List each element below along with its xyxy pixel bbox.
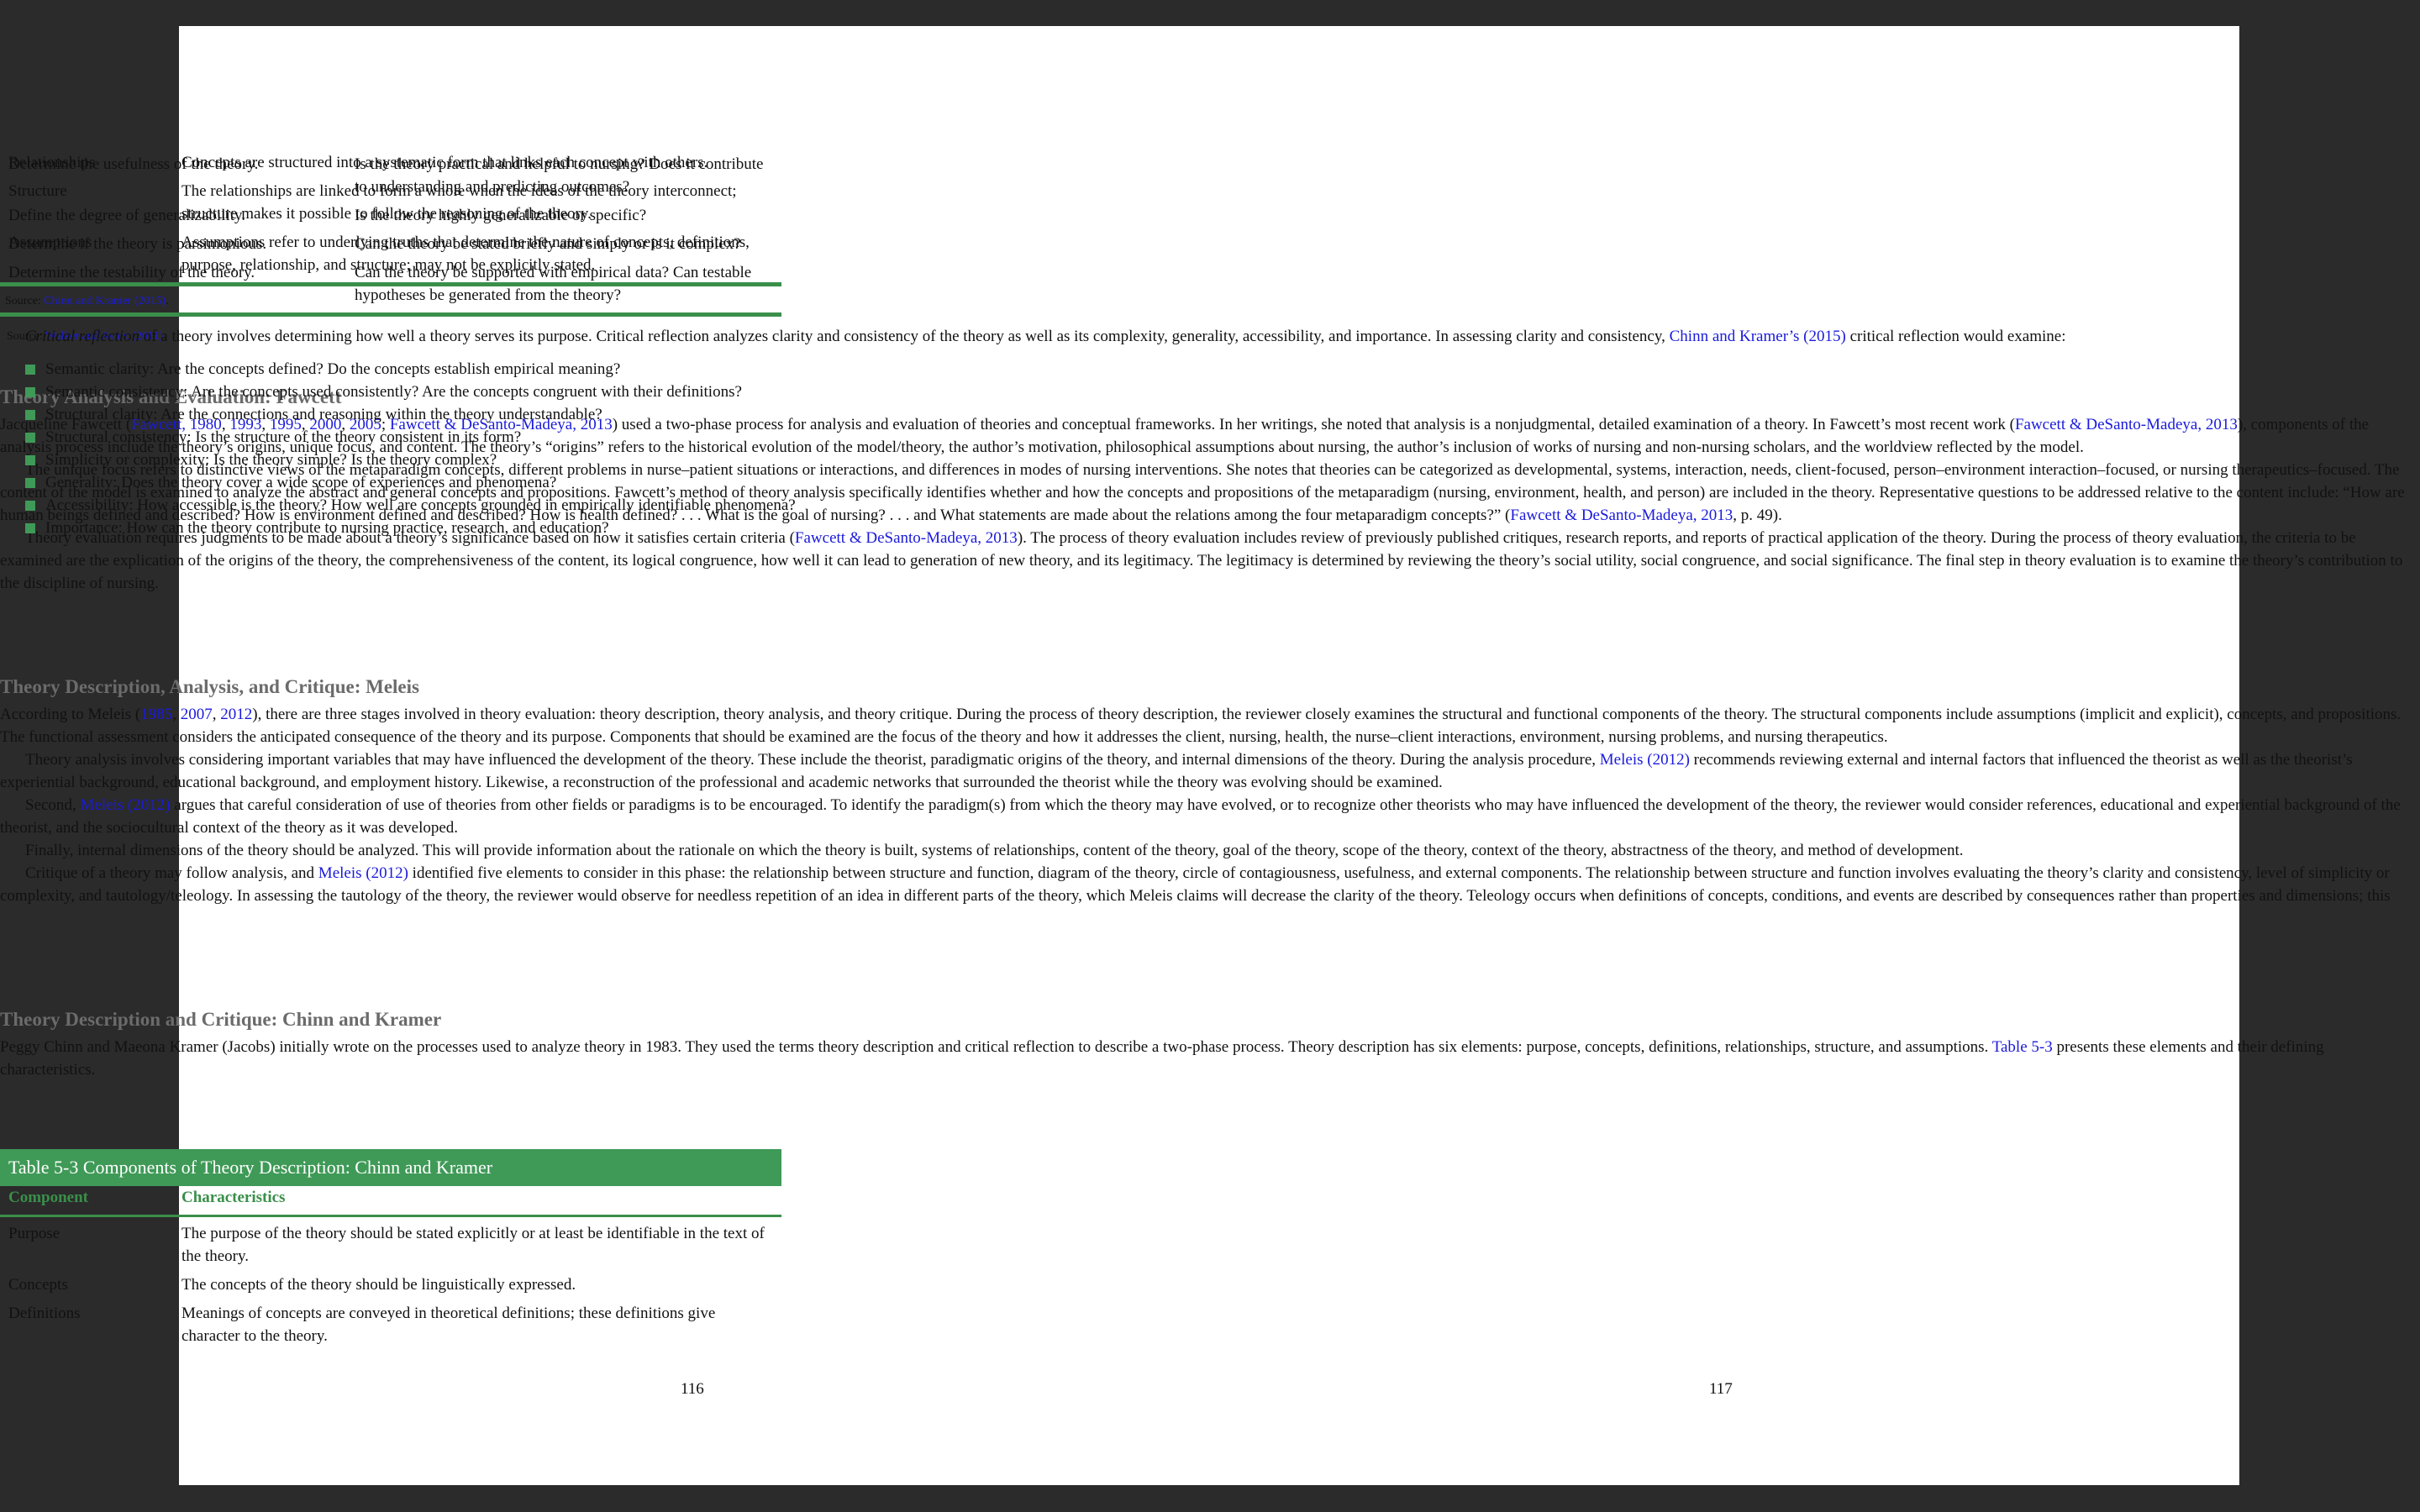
citation-link[interactable]: Meleis (2012) — [80, 796, 170, 814]
citation-link[interactable]: Meleis (2012) — [318, 864, 408, 882]
list-item: Accessibility: How accessible is the the… — [25, 494, 2065, 517]
table-row: Relationships Concepts are structured in… — [0, 151, 781, 180]
paragraph: According to Meleis (1985, 2007, 2012), … — [0, 706, 2402, 746]
meleis-section: Theory Description, Analysis, and Critiq… — [0, 675, 2420, 907]
source-link[interactable]: Chinn and Kramer (2015) — [44, 295, 166, 307]
component-cell: Definitions — [8, 1305, 81, 1322]
table-row: Purpose The purpose of the theory should… — [0, 1216, 781, 1274]
critical-reflection-section: Critical reflection of a theory involves… — [0, 325, 2065, 539]
characteristics-cell: Concepts are structured into a systemati… — [182, 154, 708, 171]
section-heading: Theory Description, Analysis, and Critiq… — [0, 676, 419, 697]
table-5-3: Table 5-3 Components of Theory Descripti… — [0, 1149, 781, 1353]
page-number: 116 — [681, 1380, 704, 1398]
section-heading: Theory Description and Critique: Chinn a… — [0, 1009, 442, 1030]
list-item: Semantic clarity: Are the concepts defin… — [25, 358, 2065, 381]
citation-link[interactable]: 2012 — [220, 706, 252, 723]
column-header: Characteristics — [182, 1189, 286, 1206]
characteristics-cell: The concepts of the theory should be lin… — [182, 1276, 576, 1294]
paragraph: Theory analysis involves considering imp… — [0, 751, 2353, 791]
table-reference-link[interactable]: Table 5-3 — [1992, 1038, 2053, 1056]
component-cell: Concepts — [8, 1276, 68, 1294]
component-cell: Structure — [8, 182, 67, 200]
table-row: Assumptions Assumptions refer to underly… — [0, 231, 781, 285]
table-row: Concepts The concepts of the theory shou… — [0, 1273, 781, 1302]
chinn-kramer-section: Theory Description and Critique: Chinn a… — [0, 1007, 2420, 1081]
component-cell: Assumptions — [8, 234, 92, 251]
characteristics-cell: Assumptions refer to underlying truths t… — [182, 234, 750, 274]
table-row: Definitions Meanings of concepts are con… — [0, 1302, 781, 1353]
paragraph: Finally, internal dimensions of the theo… — [25, 842, 1964, 859]
column-header: Component — [8, 1189, 89, 1206]
table-5-3-continued: Relationships Concepts are structured in… — [0, 151, 781, 310]
citation-link[interactable]: Meleis (2012) — [1600, 751, 1690, 769]
paragraph: Critical reflection of a theory involves… — [25, 328, 2066, 345]
citation-link[interactable]: 2007 — [181, 706, 213, 723]
table-source: Source: Chinn and Kramer (2015). — [5, 295, 169, 307]
paragraph: Peggy Chinn and Maeona Kramer (Jacobs) i… — [0, 1038, 2324, 1079]
citation-link[interactable]: Chinn and Kramer’s (2015) — [1670, 328, 1846, 345]
list-item: Semantic consistency: Are the concepts u… — [25, 381, 2065, 403]
list-item: Generality: Does the theory cover a wide… — [25, 471, 2065, 494]
component-cell: Relationships — [8, 154, 96, 171]
characteristics-cell: The relationships are linked to form a w… — [182, 182, 737, 223]
characteristics-cell: The purpose of the theory should be stat… — [182, 1225, 765, 1265]
criteria-list: Semantic clarity: Are the concepts defin… — [0, 358, 2065, 539]
table-row: Structure The relationships are linked t… — [0, 180, 781, 231]
table-title: Table 5-3 Components of Theory Descripti… — [0, 1149, 781, 1186]
characteristics-cell: Meanings of concepts are conveyed in the… — [182, 1305, 716, 1345]
page-number: 117 — [1709, 1380, 1733, 1398]
citation-link[interactable]: 1985 — [140, 706, 172, 723]
list-item: Structural consistency: Is the structure… — [25, 426, 2065, 449]
list-item: Importance: How can the theory contribut… — [25, 517, 2065, 539]
component-cell: Purpose — [8, 1225, 60, 1242]
paragraph: Critique of a theory may follow analysis… — [0, 864, 2391, 905]
table-header-row: Component Characteristics — [0, 1186, 781, 1216]
list-item: Structural clarity: Are the connections … — [25, 403, 2065, 426]
list-item: Simplicity or complexity: Is the theory … — [25, 449, 2065, 471]
paragraph: Second, Meleis (2012) argues that carefu… — [0, 796, 2401, 837]
